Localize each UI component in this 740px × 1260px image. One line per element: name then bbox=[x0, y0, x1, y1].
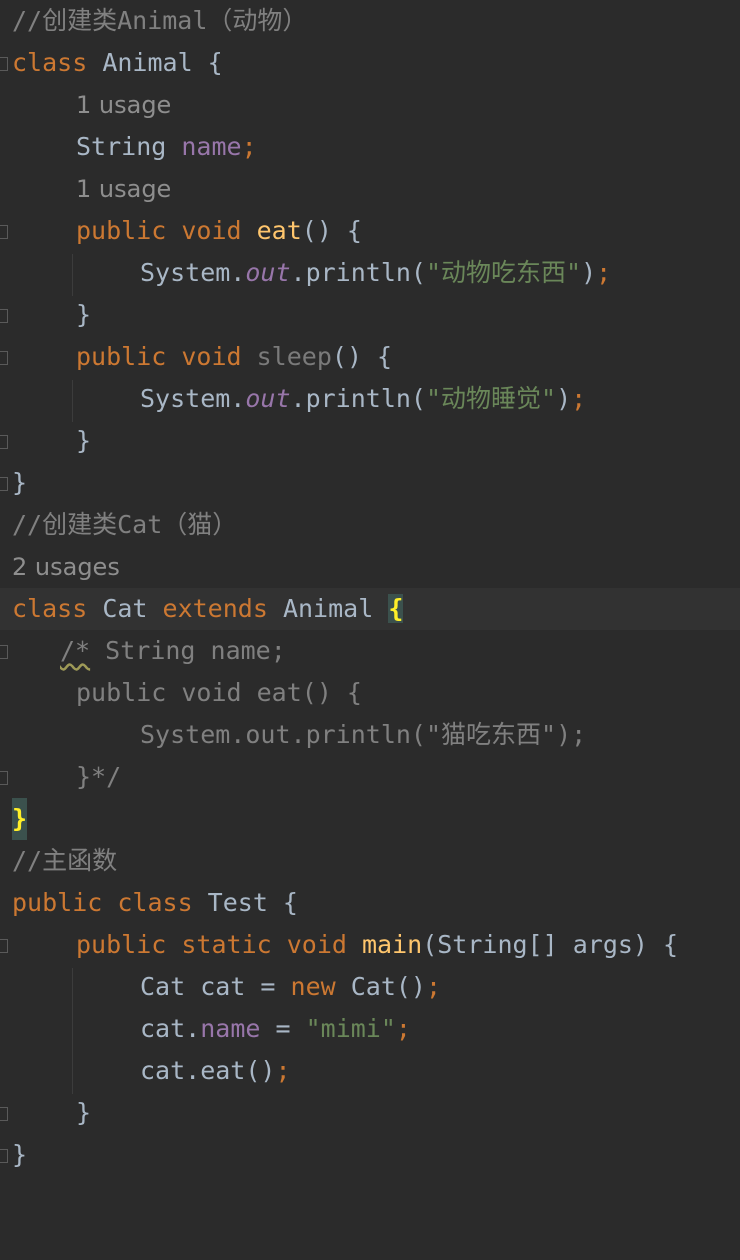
semicolon: ; bbox=[241, 132, 257, 161]
comment-text: String name; bbox=[90, 636, 286, 665]
code-editor[interactable]: //创建类Animal（动物） class Animal { 1 usage S… bbox=[0, 0, 740, 1173]
semicolon: ; bbox=[275, 1056, 291, 1085]
string-literal: "动物吃东西" bbox=[425, 258, 582, 287]
keyword-class: class bbox=[12, 48, 88, 77]
semicolon: ; bbox=[425, 972, 442, 1001]
code-line-17[interactable]: public void eat() { bbox=[0, 672, 740, 714]
class-name-cat: Cat bbox=[87, 594, 163, 623]
comment-end: }*/ bbox=[76, 762, 122, 791]
method-main: main bbox=[361, 930, 423, 959]
class-name-test: Test { bbox=[192, 888, 298, 917]
closing-brace: } bbox=[12, 468, 28, 497]
comment-start-warning: /* bbox=[60, 636, 91, 665]
parent-class-animal: Animal bbox=[267, 594, 389, 623]
println-call: .println( bbox=[290, 258, 426, 287]
usage-hint-label: 2 usages bbox=[12, 553, 120, 581]
method-eat: eat bbox=[256, 216, 302, 245]
code-line-20[interactable]: } bbox=[0, 798, 740, 840]
field-name: name bbox=[181, 132, 242, 161]
method-sleep: sleep bbox=[256, 342, 332, 371]
closing-brace: } bbox=[76, 426, 92, 455]
comment-text: System.out.println("猫吃东西"); bbox=[140, 720, 587, 749]
code-line-2[interactable]: class Animal { bbox=[0, 42, 740, 84]
code-line-9[interactable]: public void sleep() { bbox=[0, 336, 740, 378]
code-line-15-current[interactable]: class Cat extends Animal { bbox=[0, 588, 740, 630]
code-line-10[interactable]: System.out.println("动物睡觉"); bbox=[0, 378, 740, 420]
code-line-19[interactable]: }*/ bbox=[0, 756, 740, 798]
close-paren: ) bbox=[556, 384, 572, 413]
semicolon: ; bbox=[395, 1014, 411, 1043]
comment: //创建类Animal（动物） bbox=[12, 6, 308, 35]
keyword-class: class bbox=[12, 594, 88, 623]
comment: //主函数 bbox=[12, 846, 118, 875]
system-ref: System. bbox=[140, 258, 246, 287]
method-params: (String[] args) { bbox=[422, 930, 679, 959]
usage-hint-label: 1 usage bbox=[76, 175, 172, 203]
semicolon: ; bbox=[571, 384, 587, 413]
code-line-21[interactable]: //主函数 bbox=[0, 840, 740, 882]
keyword-public-class: public class bbox=[12, 888, 193, 917]
code-line-26[interactable]: cat.eat(); bbox=[0, 1050, 740, 1092]
matched-brace: { bbox=[388, 594, 404, 623]
code-line-25[interactable]: cat.name = "mimi"; bbox=[0, 1008, 740, 1050]
object-ref: cat. bbox=[140, 1014, 201, 1043]
comment-text: public void eat() { bbox=[76, 678, 362, 707]
closing-brace: } bbox=[76, 300, 92, 329]
code-line-8[interactable]: } bbox=[0, 294, 740, 336]
assignment: = bbox=[260, 1014, 306, 1043]
constructor-call: Cat() bbox=[335, 972, 426, 1001]
code-line-1[interactable]: //创建类Animal（动物） bbox=[0, 0, 740, 42]
println-call: .println( bbox=[290, 384, 426, 413]
variable-declaration: Cat cat = bbox=[140, 972, 291, 1001]
usage-hint[interactable]: 1 usage bbox=[0, 168, 740, 210]
code-line-4[interactable]: String name; bbox=[0, 126, 740, 168]
out-field: out bbox=[245, 258, 291, 287]
keyword-public-void: public void bbox=[76, 342, 257, 371]
matched-brace: } bbox=[12, 798, 28, 840]
code-line-22[interactable]: public class Test { bbox=[0, 882, 740, 924]
string-literal: "mimi" bbox=[305, 1014, 396, 1043]
semicolon: ; bbox=[596, 258, 612, 287]
method-params: () { bbox=[331, 342, 393, 371]
code-line-13[interactable]: //创建类Cat（猫） bbox=[0, 504, 740, 546]
code-line-28[interactable]: } bbox=[0, 1134, 740, 1176]
code-line-12[interactable]: } bbox=[0, 462, 740, 504]
method-params: () { bbox=[301, 216, 362, 245]
code-line-11[interactable]: } bbox=[0, 420, 740, 462]
usage-hint[interactable]: 1 usage bbox=[0, 84, 740, 126]
keyword-extends: extends bbox=[162, 594, 268, 623]
method-call: cat.eat() bbox=[140, 1056, 276, 1085]
code-line-24[interactable]: Cat cat = new Cat(); bbox=[0, 966, 740, 1008]
usage-hint[interactable]: 2 usages bbox=[0, 546, 740, 588]
out-field: out bbox=[245, 384, 291, 413]
class-name-animal: Animal { bbox=[87, 48, 223, 77]
code-line-7[interactable]: System.out.println("动物吃东西"); bbox=[0, 252, 740, 294]
closing-brace: } bbox=[12, 1140, 28, 1169]
closing-brace: } bbox=[76, 1098, 92, 1127]
comment: //创建类Cat（猫） bbox=[12, 510, 238, 539]
code-line-6[interactable]: public void eat() { bbox=[0, 210, 740, 252]
code-line-16[interactable]: /* String name; bbox=[0, 630, 740, 672]
code-line-27[interactable]: } bbox=[0, 1092, 740, 1134]
code-line-18[interactable]: System.out.println("猫吃东西"); bbox=[0, 714, 740, 756]
type-string: String bbox=[76, 132, 182, 161]
close-paren: ) bbox=[581, 258, 597, 287]
field-name: name bbox=[200, 1014, 261, 1043]
system-ref: System. bbox=[140, 384, 246, 413]
usage-hint-label: 1 usage bbox=[76, 91, 172, 119]
keyword-new: new bbox=[290, 972, 336, 1001]
string-literal: "动物睡觉" bbox=[425, 384, 557, 413]
keyword-public-static-void: public static void bbox=[76, 930, 362, 959]
keyword-public-void: public void bbox=[76, 216, 257, 245]
code-line-23[interactable]: public static void main(String[] args) { bbox=[0, 924, 740, 966]
